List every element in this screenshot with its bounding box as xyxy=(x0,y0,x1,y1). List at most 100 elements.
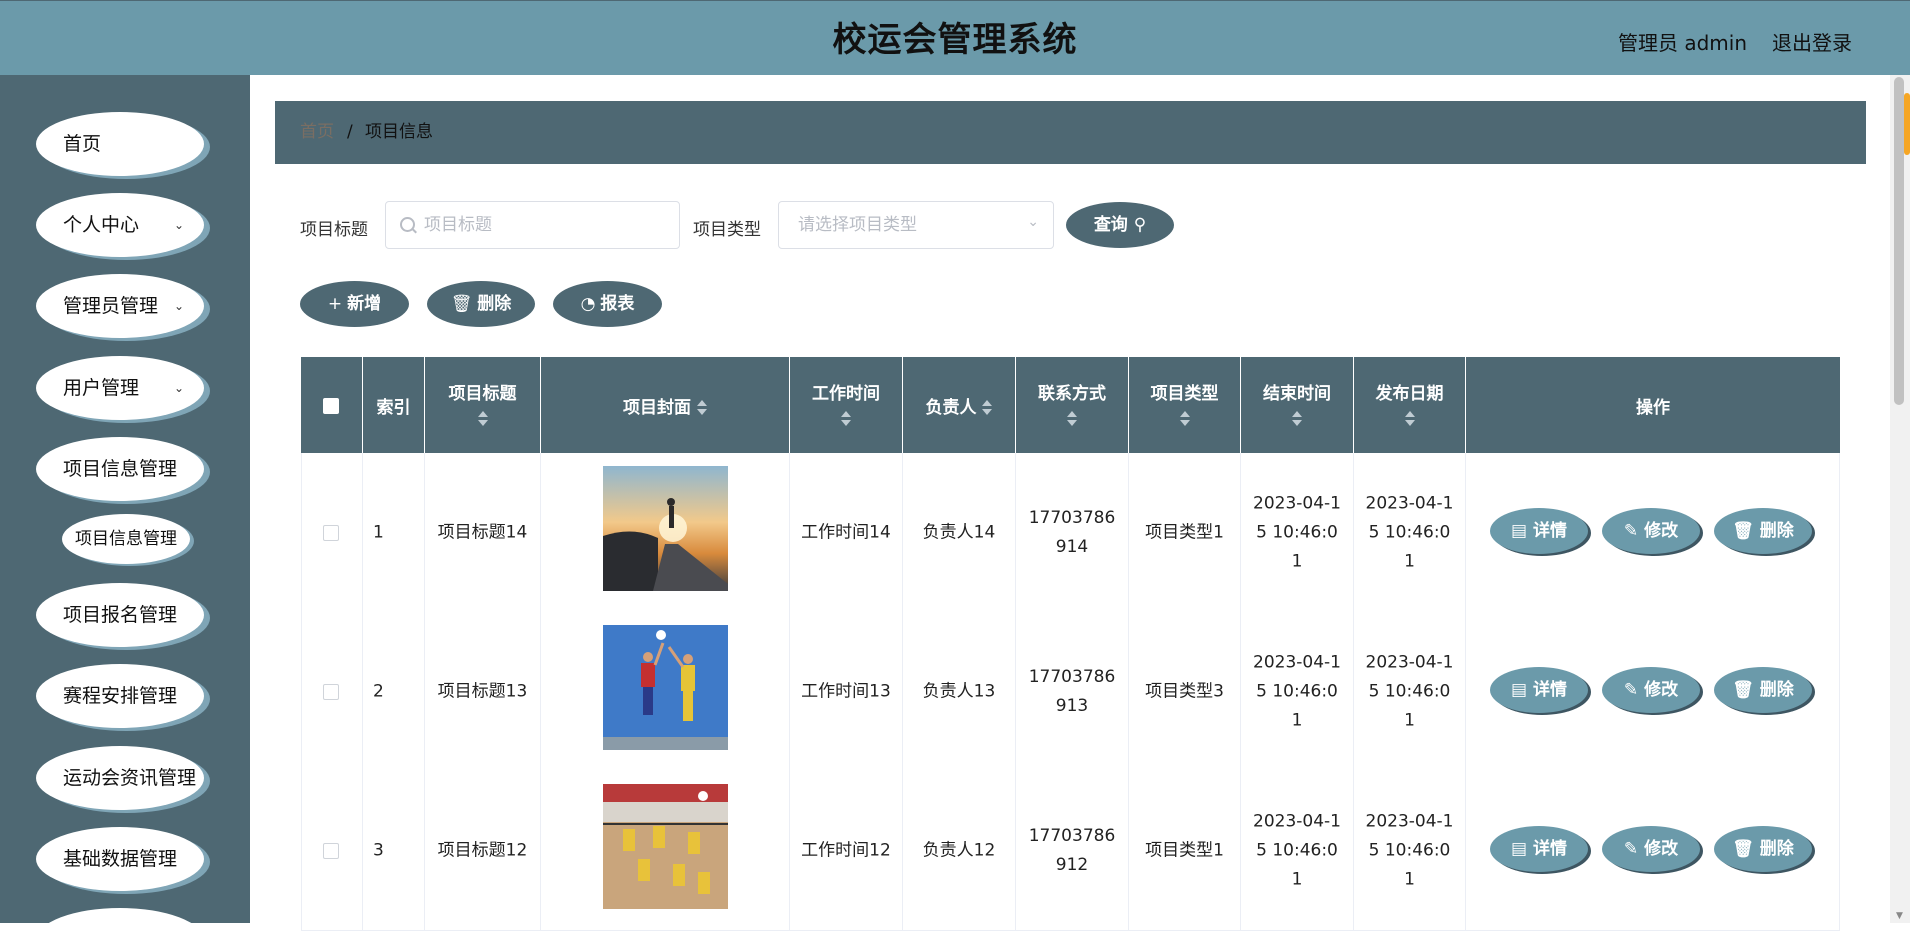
sidebar-item-registration-management[interactable]: 项目报名管理 xyxy=(36,583,204,647)
document-icon: ▤ xyxy=(1511,521,1528,541)
sidebar-item-home[interactable]: 首页 xyxy=(36,112,204,176)
sidebar-item-label: 用户管理 xyxy=(63,377,140,399)
type-select[interactable]: 请选择项目类型 ⌄ xyxy=(778,201,1054,249)
detail-button[interactable]: ▤ 详情 xyxy=(1490,667,1588,713)
sidebar-subitem-project-info[interactable]: 项目信息管理 xyxy=(62,514,190,564)
sidebar-item-label: 项目信息管理 xyxy=(63,458,178,480)
scroll-indicator xyxy=(1904,93,1910,155)
header-end-time[interactable]: 结束时间 xyxy=(1241,357,1354,453)
sort-icon[interactable] xyxy=(696,400,707,416)
row-end-time: 2023-04-15 10:46:01 xyxy=(1253,493,1341,571)
type-select-placeholder: 请选择项目类型 xyxy=(798,215,917,235)
report-button[interactable]: ◔ 报表 xyxy=(553,281,662,327)
pie-chart-icon: ◔ xyxy=(580,294,596,314)
row-work-time: 工作时间12 xyxy=(801,840,891,860)
scrollbar-thumb[interactable] xyxy=(1894,77,1904,405)
top-header: 校运会管理系统 管理员 admin 退出登录 xyxy=(0,0,1910,75)
row-publish-date: 2023-04-15 10:46:01 xyxy=(1365,811,1454,889)
select-all-checkbox[interactable] xyxy=(323,398,339,414)
row-title: 项目标题12 xyxy=(437,840,528,860)
add-button-label: 新增 xyxy=(347,294,382,314)
chevron-down-icon: ⌄ xyxy=(173,381,184,395)
header-publish-date[interactable]: 发布日期 xyxy=(1354,357,1466,453)
cover-image-runner xyxy=(603,466,728,591)
header-work-time-label: 工作时间 xyxy=(812,384,880,404)
sidebar-item-news-management[interactable]: 运动会资讯管理 xyxy=(36,746,204,810)
delete-row-button[interactable]: 🗑 删除 xyxy=(1714,667,1812,713)
row-publish-date: 2023-04-15 10:46:01 xyxy=(1365,652,1454,730)
row-type: 项目类型1 xyxy=(1145,522,1224,542)
edit-button[interactable]: ✎ 修改 xyxy=(1602,667,1700,713)
title-search-input[interactable]: 项目标题 xyxy=(385,201,680,249)
header-select-all xyxy=(301,357,363,453)
document-icon: ▤ xyxy=(1511,680,1528,700)
sort-icon[interactable] xyxy=(841,411,851,427)
query-button[interactable]: 查询 ⚲ xyxy=(1066,202,1174,248)
header-work-time[interactable]: 工作时间 xyxy=(790,357,903,453)
breadcrumb-separator: / xyxy=(347,122,353,142)
sidebar-item-user-management[interactable]: 用户管理 ⌄ xyxy=(36,356,204,420)
row-owner: 负责人13 xyxy=(922,681,996,701)
sort-icon[interactable] xyxy=(1404,411,1415,427)
detail-button[interactable]: ▤ 详情 xyxy=(1490,826,1588,872)
row-checkbox[interactable] xyxy=(323,525,339,541)
breadcrumb-home[interactable]: 首页 xyxy=(300,101,334,164)
header-owner[interactable]: 负责人 xyxy=(903,357,1016,453)
trash-icon: 🗑 xyxy=(450,294,473,314)
sidebar-item-label: 首页 xyxy=(63,133,102,155)
table-row: 3 项目标题12 工作时间12 负责人12 17703786912 项目类型1 … xyxy=(301,771,1840,931)
sidebar-item-schedule-management[interactable]: 赛程安排管理 xyxy=(36,664,204,728)
detail-button[interactable]: ▤ 详情 xyxy=(1490,508,1588,554)
edit-button[interactable]: ✎ 修改 xyxy=(1602,508,1700,554)
search-icon xyxy=(400,217,415,232)
edit-button-label: 修改 xyxy=(1644,839,1679,859)
document-icon: ▤ xyxy=(1511,839,1528,859)
cover-image-volleyball-team xyxy=(603,784,728,909)
type-filter-label: 项目类型 xyxy=(693,220,761,240)
sidebar-item-admin-management[interactable]: 管理员管理 ⌄ xyxy=(36,274,204,338)
chevron-down-icon: ⌄ xyxy=(173,299,184,313)
chevron-down-icon: ⌄ xyxy=(173,218,184,232)
row-owner: 负责人14 xyxy=(922,522,996,542)
header-cover[interactable]: 项目封面 xyxy=(541,357,790,453)
sidebar-item-label: 个人中心 xyxy=(63,214,140,236)
edit-button[interactable]: ✎ 修改 xyxy=(1602,826,1700,872)
title-filter-label: 项目标题 xyxy=(300,220,368,240)
table-header: 索引 项目标题 项目封面 工作时间 负责人 联系方式 项目类型 结束时间 发布日… xyxy=(301,357,1840,453)
row-contact: 17703786912 xyxy=(1028,825,1116,875)
edit-button-label: 修改 xyxy=(1644,680,1679,700)
sort-icon[interactable] xyxy=(1179,411,1190,427)
sidebar-item-basic-data-management[interactable]: 基础数据管理 xyxy=(36,827,204,891)
logout-link[interactable]: 退出登录 xyxy=(1772,27,1852,56)
sort-icon[interactable] xyxy=(1067,411,1077,427)
row-contact: 17703786914 xyxy=(1028,507,1116,557)
scroll-down-icon[interactable]: ▼ xyxy=(1896,911,1903,921)
header-contact[interactable]: 联系方式 xyxy=(1016,357,1129,453)
edit-button-label: 修改 xyxy=(1644,521,1679,541)
row-checkbox[interactable] xyxy=(323,843,339,859)
header-title[interactable]: 项目标题 xyxy=(425,357,541,453)
delete-button[interactable]: 🗑 删除 xyxy=(427,281,535,327)
header-end-time-label: 结束时间 xyxy=(1263,384,1331,404)
sidebar-item-more[interactable] xyxy=(36,908,204,923)
add-button[interactable]: + 新增 xyxy=(300,281,409,327)
sidebar-item-personal-center[interactable]: 个人中心 ⌄ xyxy=(36,193,204,257)
page-scrollbar[interactable]: ▼ xyxy=(1890,75,1910,923)
delete-row-button-label: 删除 xyxy=(1759,680,1794,700)
header-type[interactable]: 项目类型 xyxy=(1129,357,1241,453)
search-icon: ⚲ xyxy=(1133,215,1147,235)
delete-row-button[interactable]: 🗑 删除 xyxy=(1714,826,1812,872)
delete-row-button[interactable]: 🗑 删除 xyxy=(1714,508,1812,554)
sort-icon[interactable] xyxy=(477,411,488,427)
table-row: 2 项目标题13 工作时间13 负责人13 17703786913 项目类型3 … xyxy=(301,612,1840,772)
admin-label: 管理员 admin xyxy=(1618,31,1748,55)
sidebar: 首页 个人中心 ⌄ 管理员管理 ⌄ 用户管理 ⌄ 项目信息管理 项目信息管理 项目报名… xyxy=(0,75,250,923)
row-end-time: 2023-04-15 10:46:01 xyxy=(1253,811,1341,889)
sort-icon[interactable] xyxy=(982,400,993,416)
row-publish-date: 2023-04-15 10:46:01 xyxy=(1365,493,1454,571)
sidebar-item-project-info-management[interactable]: 项目信息管理 xyxy=(36,437,204,501)
sort-icon[interactable] xyxy=(1292,411,1302,427)
plus-icon: + xyxy=(327,294,343,314)
row-checkbox[interactable] xyxy=(323,684,339,700)
row-index: 3 xyxy=(373,840,384,860)
